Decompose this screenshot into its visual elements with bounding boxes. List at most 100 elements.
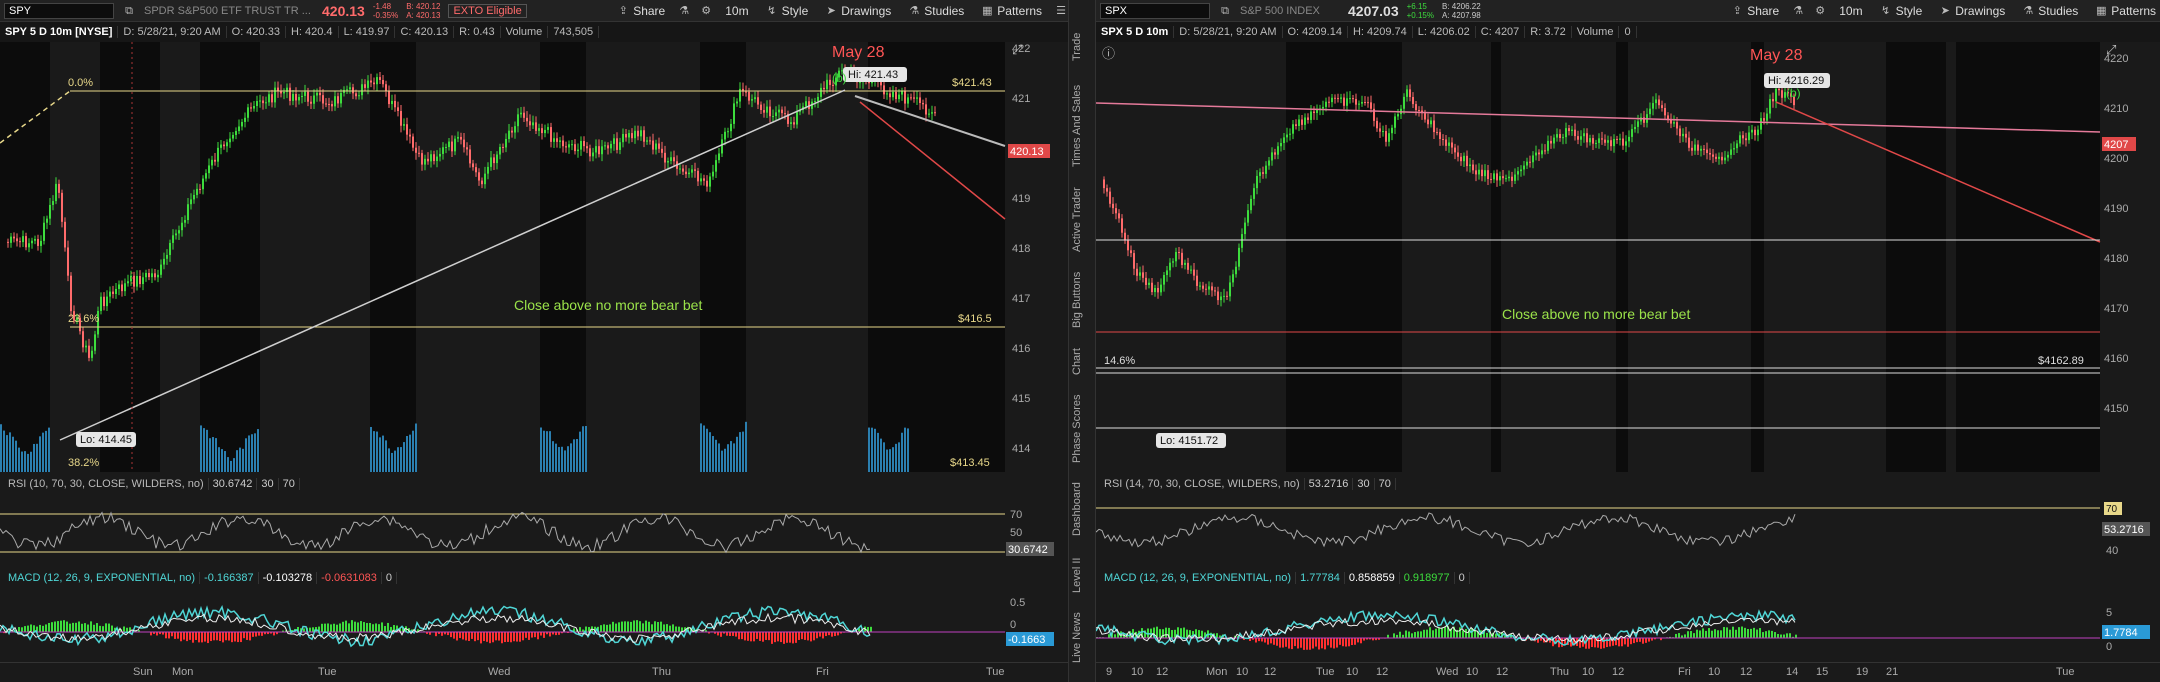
macd-histogram-bar: [1687, 631, 1689, 638]
spx-macd-pane[interactable]: 5 0 1.7784: [1096, 588, 2160, 660]
spx-price-chart[interactable]: ⓘ May 28 Hi: 4216.29 (b) Lo: 4151.72 14.…: [1096, 42, 2160, 472]
tab-active-trader[interactable]: Active Trader: [1071, 180, 1095, 260]
macd-histogram-bar: [24, 626, 26, 632]
macd-histogram-bar: [1339, 638, 1341, 645]
candle-body: [694, 169, 696, 171]
macd-histogram-bar: [1429, 627, 1431, 638]
fullscreen-icon[interactable]: ⤢: [1012, 42, 1022, 57]
candle-body: [613, 138, 615, 144]
gear-icon[interactable]: ⚙: [699, 4, 713, 18]
spy-rsi-label: RSI (10, 70, 30, CLOSE, WILDERS, no): [4, 478, 209, 490]
candle-body: [469, 149, 471, 164]
drawings-button[interactable]: ➤ Drawings: [820, 4, 895, 18]
session-shade: [1491, 42, 1501, 472]
drawings-button[interactable]: ➤ Drawings: [1934, 4, 2009, 18]
macd-histogram-bar: [507, 632, 509, 642]
volume-bar: [576, 439, 578, 472]
flask-icon[interactable]: ⚗: [677, 4, 691, 18]
flask-icon[interactable]: ⚗: [1791, 4, 1805, 18]
tab-big-buttons[interactable]: Big Buttons: [1071, 266, 1095, 334]
spx-chart-panel[interactable]: SPX ⧉ S&P 500 INDEX 4207.03 +6.15 +0.15% …: [1096, 0, 2160, 682]
exto-badge[interactable]: EXTO Eligible: [448, 3, 527, 18]
share-button[interactable]: ⇪ Share: [612, 4, 669, 18]
candle-body: [889, 93, 891, 98]
patterns-button[interactable]: ▦ Patterns: [2090, 4, 2160, 18]
lo-callout: Lo: 414.45: [80, 434, 132, 446]
candle-body: [601, 146, 603, 155]
spx-rsi-pane[interactable]: 70 40 53.2716: [1096, 494, 2160, 566]
macd-histogram-bar: [813, 632, 815, 641]
macd-histogram-bar: [1678, 633, 1680, 638]
candle-body: [1370, 102, 1372, 109]
volume-bar: [871, 427, 873, 472]
candle-body: [1712, 154, 1714, 157]
candle-body: [1244, 222, 1246, 235]
interval-button[interactable]: 10m: [1835, 4, 1866, 18]
candle-body: [556, 138, 558, 142]
spy-last-price: 420.13: [322, 2, 365, 19]
macd-histogram-bar: [1603, 638, 1605, 649]
spx-symbol-input[interactable]: SPX: [1100, 2, 1210, 19]
candle-body: [1361, 101, 1363, 104]
tab-dashboard[interactable]: Dashboard: [1071, 474, 1095, 544]
macd-histogram-bar: [762, 632, 764, 642]
candle-body: [1193, 269, 1195, 276]
macd-histogram-bar: [672, 624, 674, 632]
candle-body: [697, 170, 699, 182]
link-icon[interactable]: ⧉: [1218, 4, 1232, 18]
interval-button[interactable]: 10m: [721, 4, 752, 18]
spx-info-symbol: SPX 5 D 10m: [1096, 26, 1175, 38]
macd-histogram-bar: [1300, 638, 1302, 648]
candle-body: [37, 238, 39, 246]
share-button[interactable]: ⇪ Share: [1726, 4, 1783, 18]
spy-rsi-pane[interactable]: 70 50 30 30.6742: [0, 494, 1068, 566]
gear-icon[interactable]: ⚙: [1813, 4, 1827, 18]
candle-body: [1754, 129, 1756, 136]
spy-symbol-input[interactable]: SPY: [4, 2, 114, 19]
macd-histogram-bar: [489, 632, 491, 644]
spy-macd-pane[interactable]: 0.5 0 -0.1663: [0, 588, 1068, 660]
style-button[interactable]: ↯ Style: [761, 4, 813, 18]
macd-histogram-bar: [1411, 633, 1413, 638]
tab-trade[interactable]: Trade: [1071, 22, 1095, 72]
macd-histogram-bar: [1393, 633, 1395, 638]
tab-times-and-sales[interactable]: Times And Sales: [1071, 78, 1095, 173]
candle-body: [619, 142, 621, 150]
patterns-button[interactable]: ▦ Patterns: [976, 4, 1046, 18]
tab-chart[interactable]: Chart: [1071, 340, 1095, 384]
spy-chart-panel[interactable]: SPY ⧉ SPDR S&P500 ETF TRUST TR ... 420.1…: [0, 0, 1068, 682]
candle-body: [154, 273, 156, 278]
candle-body: [643, 130, 645, 142]
macd-histogram-bar: [1414, 632, 1416, 638]
fullscreen-icon[interactable]: ⤢: [2106, 42, 2116, 57]
link-icon[interactable]: ⧉: [122, 4, 136, 18]
price-axis-tick: 4170: [2104, 303, 2128, 315]
menu-icon[interactable]: ☰: [1054, 4, 1068, 18]
macd-histogram-bar: [807, 632, 809, 641]
candle-body: [655, 143, 657, 150]
candle-body: [229, 138, 231, 143]
candle-body: [520, 112, 522, 115]
tab-phase-scores[interactable]: Phase Scores: [1071, 390, 1095, 468]
volume-bar: [540, 427, 542, 472]
session-shade: [1751, 42, 1764, 472]
candle-body: [334, 96, 336, 107]
time-thu: Thu: [652, 666, 671, 678]
macd-histogram-bar: [1621, 638, 1623, 647]
style-button[interactable]: ↯ Style: [1875, 4, 1927, 18]
candle-body: [562, 140, 564, 147]
spy-price-chart[interactable]: May 28 Hi: 421.43 (b) Lo: 414.45 0.0% 23…: [0, 42, 1068, 472]
volume-bar: [24, 451, 26, 472]
candle-body: [604, 145, 606, 147]
macd-histogram-bar: [648, 621, 650, 632]
macd-histogram-bar: [1714, 629, 1716, 638]
tab-level-ii[interactable]: Level II: [1071, 550, 1095, 600]
studies-button[interactable]: ⚗ Studies: [903, 4, 968, 18]
tab-live-news[interactable]: Live News: [1071, 606, 1095, 670]
candle-body: [364, 84, 366, 88]
info-circle-icon[interactable]: ⓘ: [1102, 46, 1115, 61]
macd-histogram-bar: [1711, 630, 1713, 638]
candle-body: [781, 109, 783, 114]
studies-button[interactable]: ⚗ Studies: [2017, 4, 2082, 18]
candle-body: [646, 140, 648, 142]
